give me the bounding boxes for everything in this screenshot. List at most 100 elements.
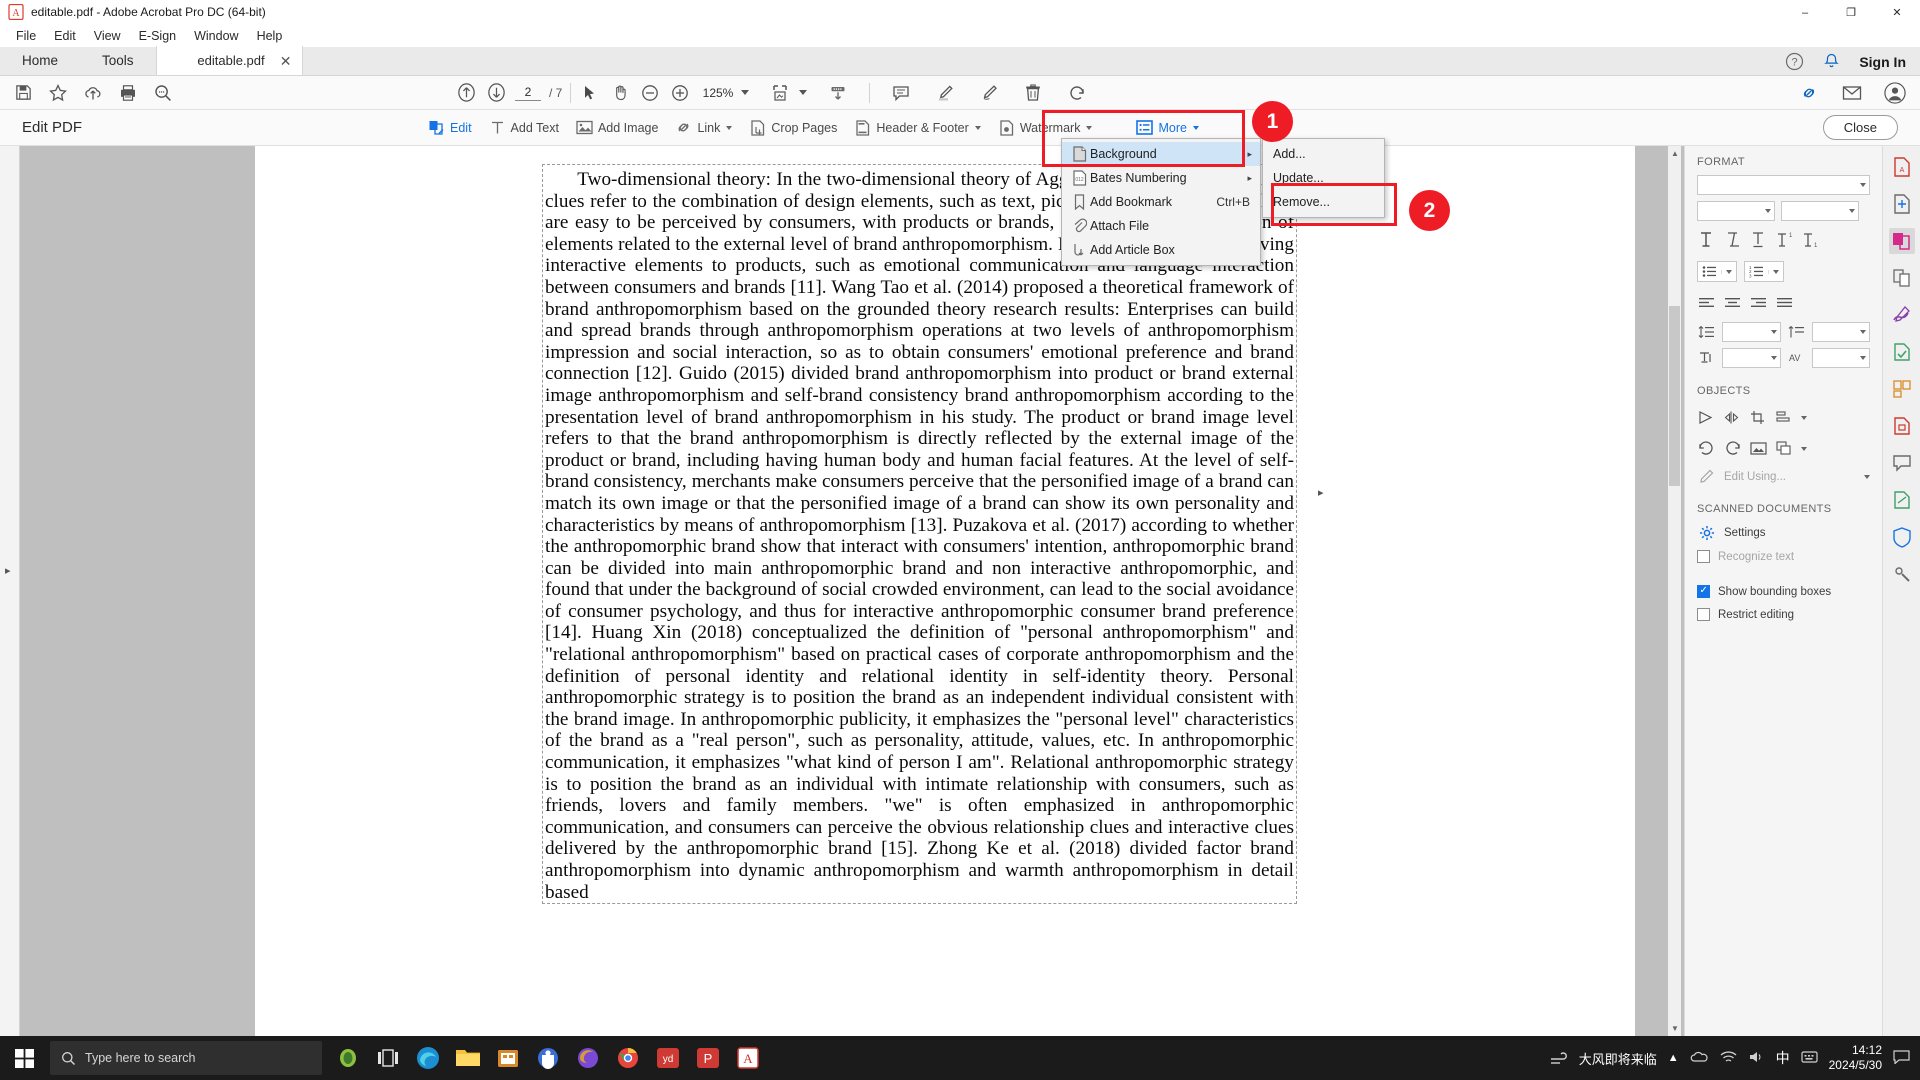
edit-tool-button[interactable]: Edit bbox=[428, 119, 472, 136]
star-icon[interactable] bbox=[47, 82, 69, 104]
replace-image-icon[interactable] bbox=[1749, 439, 1768, 458]
align-center-icon[interactable] bbox=[1723, 294, 1742, 313]
weather-notification[interactable]: 大风即将来临 bbox=[1549, 1049, 1657, 1068]
comment-icon[interactable] bbox=[890, 82, 912, 104]
arrange-icon[interactable] bbox=[1775, 439, 1794, 458]
crop-pages-tool-button[interactable]: Crop Pages bbox=[749, 119, 837, 136]
organize-pages-icon[interactable] bbox=[1889, 376, 1915, 402]
show-bounding-boxes-checkbox[interactable] bbox=[1697, 585, 1710, 598]
delete-icon[interactable] bbox=[1022, 82, 1044, 104]
document-scrollbar[interactable]: ▲ ▼ bbox=[1668, 146, 1681, 1036]
start-button-icon[interactable] bbox=[0, 1036, 48, 1080]
scroll-mode-icon[interactable] bbox=[827, 82, 849, 104]
left-rail[interactable]: ▸ bbox=[0, 146, 20, 1036]
edge-icon[interactable] bbox=[408, 1036, 448, 1080]
menu-window[interactable]: Window bbox=[185, 26, 247, 46]
menu-item-add-bookmark[interactable]: Add Bookmark Ctrl+B bbox=[1062, 190, 1260, 214]
menu-view[interactable]: View bbox=[85, 26, 130, 46]
recognize-text-checkbox[interactable] bbox=[1697, 550, 1710, 563]
expand-left-pane-icon[interactable]: ▸ bbox=[5, 564, 11, 577]
ime-language-indicator[interactable]: 中 bbox=[1776, 1048, 1790, 1068]
paragraph-spacing-select[interactable] bbox=[1811, 322, 1870, 342]
p-icon[interactable]: P bbox=[688, 1036, 728, 1080]
maximize-button[interactable]: ❐ bbox=[1828, 0, 1874, 25]
scroll-up-icon[interactable]: ▲ bbox=[1671, 149, 1679, 158]
restrict-editing-row[interactable]: Restrict editing bbox=[1685, 603, 1882, 626]
teams-icon[interactable] bbox=[528, 1036, 568, 1080]
taskbar-clock[interactable]: 14:12 2024/5/30 bbox=[1829, 1043, 1882, 1073]
submenu-item-remove[interactable]: Remove... bbox=[1263, 190, 1384, 214]
rotate-left-icon[interactable] bbox=[1697, 439, 1716, 458]
font-color-select[interactable] bbox=[1781, 201, 1859, 221]
align-left-icon[interactable] bbox=[1697, 294, 1716, 313]
notification-center-icon[interactable] bbox=[1893, 1049, 1910, 1067]
notification-bell-icon[interactable] bbox=[1822, 52, 1841, 71]
bulleted-list-control[interactable] bbox=[1697, 261, 1737, 282]
bold-icon[interactable] bbox=[1697, 230, 1716, 249]
fill-sign-icon[interactable] bbox=[1889, 302, 1915, 328]
settings-row[interactable]: Settings bbox=[1685, 520, 1882, 545]
chevron-down-icon[interactable] bbox=[1864, 474, 1870, 479]
zoom-in-icon[interactable] bbox=[669, 82, 691, 104]
collapse-right-pane-icon[interactable]: ▸ bbox=[1318, 486, 1324, 499]
subscript-icon[interactable]: 1 bbox=[1801, 230, 1820, 249]
zoom-out-icon[interactable] bbox=[639, 82, 661, 104]
align-objects-icon[interactable] bbox=[1775, 408, 1794, 427]
shield-icon[interactable] bbox=[1889, 524, 1915, 550]
horizontal-scale-select[interactable] bbox=[1722, 348, 1781, 368]
next-page-icon[interactable] bbox=[485, 82, 507, 104]
numbered-list-icon[interactable]: 123 bbox=[1745, 265, 1768, 278]
tab-document[interactable]: editable.pdf ✕ bbox=[155, 46, 303, 75]
superscript-icon[interactable]: 1 bbox=[1775, 230, 1794, 249]
combine-files-icon[interactable] bbox=[1889, 265, 1915, 291]
watermark-tool-button[interactable]: Watermark bbox=[998, 119, 1093, 136]
search-icon[interactable] bbox=[152, 82, 174, 104]
show-bounding-boxes-row[interactable]: Show bounding boxes bbox=[1685, 580, 1882, 603]
file-explorer-icon[interactable] bbox=[448, 1036, 488, 1080]
line-spacing-select[interactable] bbox=[1722, 322, 1781, 342]
flip-horizontal-icon[interactable] bbox=[1723, 408, 1742, 427]
help-icon[interactable]: ? bbox=[1785, 52, 1804, 71]
menu-help[interactable]: Help bbox=[248, 26, 292, 46]
create-pdf-icon[interactable] bbox=[1889, 191, 1915, 217]
menu-edit[interactable]: Edit bbox=[45, 26, 85, 46]
chevron-down-icon[interactable] bbox=[1721, 269, 1736, 274]
hand-tool-icon[interactable] bbox=[609, 82, 631, 104]
task-view-icon[interactable] bbox=[368, 1036, 408, 1080]
ime-settings-icon[interactable] bbox=[1801, 1050, 1818, 1067]
sign-in-button[interactable]: Sign In bbox=[1859, 54, 1906, 70]
character-spacing-select[interactable] bbox=[1811, 348, 1870, 368]
menu-esign[interactable]: E-Sign bbox=[130, 26, 186, 46]
chevron-down-icon[interactable] bbox=[1801, 446, 1807, 451]
pdf-page[interactable]: Two-dimensional theory: In the two-dimen… bbox=[255, 146, 1635, 1036]
attach-link-icon[interactable] bbox=[1798, 82, 1820, 104]
menu-file[interactable]: File bbox=[7, 26, 45, 46]
submenu-item-add[interactable]: Add... bbox=[1263, 142, 1384, 166]
tab-tools[interactable]: Tools bbox=[80, 46, 156, 75]
email-icon[interactable] bbox=[1841, 82, 1863, 104]
close-edit-pdf-button[interactable]: Close bbox=[1822, 115, 1898, 140]
yd-icon[interactable]: yd bbox=[648, 1036, 688, 1080]
scrollbar-thumb[interactable] bbox=[1669, 306, 1680, 486]
rotate-right-icon[interactable] bbox=[1723, 439, 1742, 458]
menu-item-attach-file[interactable]: Attach File bbox=[1062, 214, 1260, 238]
add-image-tool-button[interactable]: Add Image bbox=[576, 119, 658, 136]
more-tools-icon[interactable] bbox=[1889, 561, 1915, 587]
recognize-text-row[interactable]: Recognize text bbox=[1685, 545, 1882, 568]
highlight-icon[interactable] bbox=[934, 82, 956, 104]
background-submenu[interactable]: Add... Update... Remove... bbox=[1262, 138, 1385, 218]
fit-dropdown-caret-icon[interactable] bbox=[799, 90, 808, 95]
crop-icon[interactable] bbox=[1749, 408, 1768, 427]
menu-item-bates-numbering[interactable]: 012 Bates Numbering ▸ bbox=[1062, 166, 1260, 190]
print-icon[interactable] bbox=[117, 82, 139, 104]
firefox-icon[interactable] bbox=[568, 1036, 608, 1080]
align-right-icon[interactable] bbox=[1749, 294, 1768, 313]
edit-using-row[interactable]: Edit Using... bbox=[1685, 464, 1882, 489]
scroll-down-icon[interactable]: ▼ bbox=[1671, 1024, 1679, 1033]
menu-item-add-article-box[interactable]: Add Article Box bbox=[1062, 238, 1260, 262]
chevron-up-icon[interactable]: ▲ bbox=[1668, 1052, 1679, 1064]
chevron-down-icon[interactable] bbox=[1801, 415, 1807, 420]
volume-icon[interactable] bbox=[1748, 1050, 1765, 1067]
numbered-list-control[interactable]: 123 bbox=[1744, 261, 1784, 282]
account-icon[interactable] bbox=[1884, 81, 1906, 104]
